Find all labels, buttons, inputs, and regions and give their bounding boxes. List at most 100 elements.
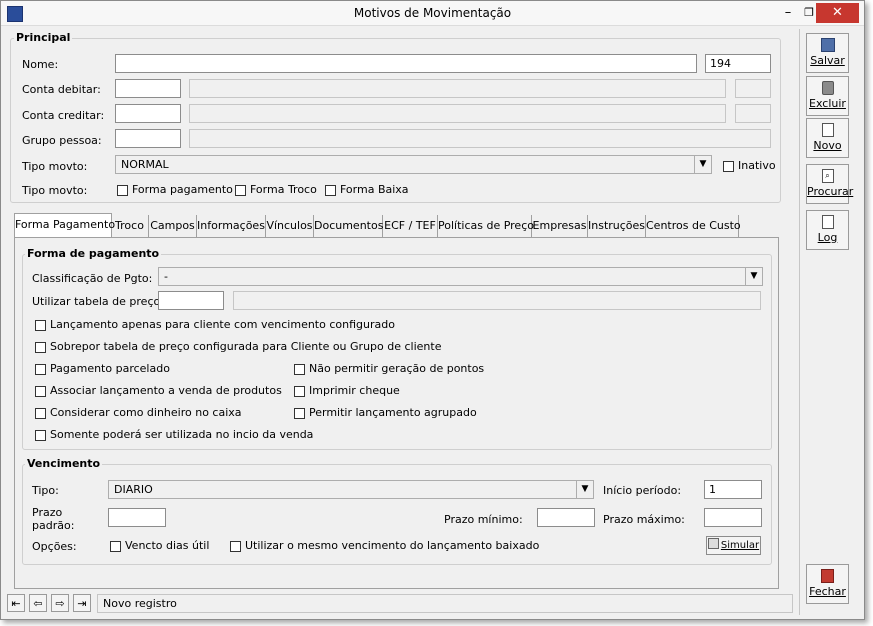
prazo-padrao-label-line1: Prazo xyxy=(32,506,63,519)
check-associar-produtos[interactable]: Associar lançamento a venda de produtos xyxy=(35,384,282,398)
chevron-down-icon[interactable]: ▼ xyxy=(576,481,593,498)
conta-debitar-label: Conta debitar: xyxy=(22,83,101,96)
check-sobrepor-tabela[interactable]: Sobrepor tabela de preço configurada par… xyxy=(35,340,441,354)
grupo-pessoa-desc xyxy=(189,129,771,148)
tab-documentos[interactable]: Documentos xyxy=(314,215,383,237)
tab-informacoes[interactable]: Informações xyxy=(197,215,266,237)
classificacao-label: Classificação de Pgto: xyxy=(32,272,153,285)
check-inicio-venda[interactable]: Somente poderá ser utilizada no incio da… xyxy=(35,428,313,442)
tipo-vencimento-select[interactable]: DIARIO ▼ xyxy=(108,480,594,499)
check-lancamento-agrupado[interactable]: Permitir lançamento agrupado xyxy=(294,406,477,420)
procurar-button[interactable]: ⌕ Procurar xyxy=(806,164,854,204)
tipo-movto-flags-label: Tipo movto: xyxy=(22,184,88,197)
prazo-padrao-label-line2: padrão: xyxy=(32,519,75,532)
tab-ecf-tef[interactable]: ECF / TEF xyxy=(383,215,438,237)
status-bar: Novo registro xyxy=(97,594,793,613)
close-icon[interactable]: ✕ xyxy=(816,3,859,23)
first-record-icon[interactable]: ⇤ xyxy=(7,594,25,612)
procurar-label: Procurar xyxy=(807,185,854,198)
inicio-periodo-label: Início período: xyxy=(603,484,682,497)
tabela-preco-label: Utilizar tabela de preço: xyxy=(32,295,164,308)
tab-troco[interactable]: Troco xyxy=(111,215,149,237)
prazo-padrao-input[interactable] xyxy=(108,508,166,527)
prazo-minimo-input[interactable] xyxy=(537,508,595,527)
check-imprimir-cheque[interactable]: Imprimir cheque xyxy=(294,384,400,398)
tipo-movto-select[interactable]: NORMAL ▼ xyxy=(115,155,712,174)
forma-troco-checkbox[interactable]: Forma Troco xyxy=(235,183,317,197)
fechar-button[interactable]: Fechar xyxy=(806,564,849,604)
new-document-icon xyxy=(821,123,834,137)
forma-baixa-checkbox[interactable]: Forma Baixa xyxy=(325,183,409,197)
last-record-icon[interactable]: ⇥ xyxy=(73,594,91,612)
log-button[interactable]: Log xyxy=(806,210,849,250)
inativo-checkbox[interactable]: Inativo xyxy=(723,159,776,173)
conta-debitar-extra xyxy=(735,79,771,98)
simular-label: Simular xyxy=(720,540,760,551)
conta-creditar-desc xyxy=(189,104,726,123)
conta-debitar-input[interactable] xyxy=(115,79,181,98)
calculator-icon xyxy=(707,538,719,549)
prazo-maximo-input[interactable] xyxy=(704,508,762,527)
exit-door-icon xyxy=(821,569,834,583)
tab-instrucoes[interactable]: Instruções xyxy=(588,215,646,237)
principal-title: Principal xyxy=(14,31,73,44)
tipo-movto-value: NORMAL xyxy=(121,158,169,171)
tab-centros-custo[interactable]: Centros de Custo xyxy=(646,215,741,237)
vencimento-title: Vencimento xyxy=(25,457,103,470)
previous-record-icon[interactable]: ⇦ xyxy=(29,594,47,612)
tab-empresas[interactable]: Empresas xyxy=(532,215,588,237)
floppy-disk-icon xyxy=(820,38,835,52)
sidebar xyxy=(799,29,858,615)
prazo-minimo-label: Prazo mínimo: xyxy=(444,513,523,526)
next-record-icon[interactable]: ⇨ xyxy=(51,594,69,612)
fechar-label: Fechar xyxy=(809,585,846,598)
title-bar: Motivos de Movimentação – ❐ ✕ xyxy=(1,1,864,26)
search-icon: ⌕ xyxy=(821,169,834,183)
nome-label: Nome: xyxy=(22,58,59,71)
main-window: Motivos de Movimentação – ❐ ✕ Principal … xyxy=(0,0,865,620)
tabela-preco-input[interactable] xyxy=(158,291,224,310)
grupo-pessoa-input[interactable] xyxy=(115,129,181,148)
forma-pagamento-title: Forma de pagamento xyxy=(25,247,162,260)
salvar-label: Salvar xyxy=(810,54,845,67)
tipo-movto-label: Tipo movto: xyxy=(22,160,88,173)
check-nao-permitir-pontos[interactable]: Não permitir geração de pontos xyxy=(294,362,484,376)
check-pagamento-parcelado[interactable]: Pagamento parcelado xyxy=(35,362,170,376)
codigo-field[interactable]: 194 xyxy=(705,54,771,73)
check-cliente-vencimento[interactable]: Lançamento apenas para cliente com venci… xyxy=(35,318,395,332)
conta-creditar-label: Conta creditar: xyxy=(22,109,105,122)
conta-creditar-extra xyxy=(735,104,771,123)
tipo-vencimento-value: DIARIO xyxy=(114,483,153,496)
conta-debitar-desc xyxy=(189,79,726,98)
vencto-dias-util-checkbox[interactable]: Vencto dias útil xyxy=(110,539,209,553)
tab-vinculos[interactable]: Vínculos xyxy=(266,215,314,237)
trash-icon xyxy=(821,81,834,95)
tab-forma-pagamento[interactable]: Forma Pagamento xyxy=(14,213,115,239)
excluir-label: Excluir xyxy=(809,97,846,110)
novo-button[interactable]: Novo xyxy=(806,118,849,158)
forma-pagamento-checkbox[interactable]: Forma pagamento xyxy=(117,183,233,197)
log-label: Log xyxy=(817,231,838,244)
chevron-down-icon[interactable]: ▼ xyxy=(745,268,762,285)
chevron-down-icon[interactable]: ▼ xyxy=(694,156,711,173)
classificacao-select[interactable]: - ▼ xyxy=(158,267,763,286)
tab-campos[interactable]: Campos xyxy=(149,215,197,237)
window-title: Motivos de Movimentação xyxy=(353,6,512,20)
nome-input[interactable] xyxy=(115,54,697,73)
inicio-periodo-input[interactable]: 1 xyxy=(704,480,762,499)
excluir-button[interactable]: Excluir xyxy=(806,76,849,116)
tipo-label: Tipo: xyxy=(32,484,59,497)
opcoes-label: Opções: xyxy=(32,540,77,553)
simular-button[interactable]: Simular xyxy=(706,536,761,555)
novo-label: Novo xyxy=(813,139,842,152)
classificacao-value: - xyxy=(164,270,168,283)
prazo-maximo-label: Prazo máximo: xyxy=(603,513,685,526)
tabela-preco-desc xyxy=(233,291,761,310)
salvar-button[interactable]: Salvar xyxy=(806,33,849,73)
grupo-pessoa-label: Grupo pessoa: xyxy=(22,134,102,147)
conta-creditar-input[interactable] xyxy=(115,104,181,123)
mesmo-vencimento-checkbox[interactable]: Utilizar o mesmo vencimento do lançament… xyxy=(230,539,539,553)
check-dinheiro-caixa[interactable]: Considerar como dinheiro no caixa xyxy=(35,406,242,420)
tab-politicas-preco[interactable]: Políticas de Preço xyxy=(438,215,534,237)
minimize-icon[interactable]: – xyxy=(778,3,798,23)
